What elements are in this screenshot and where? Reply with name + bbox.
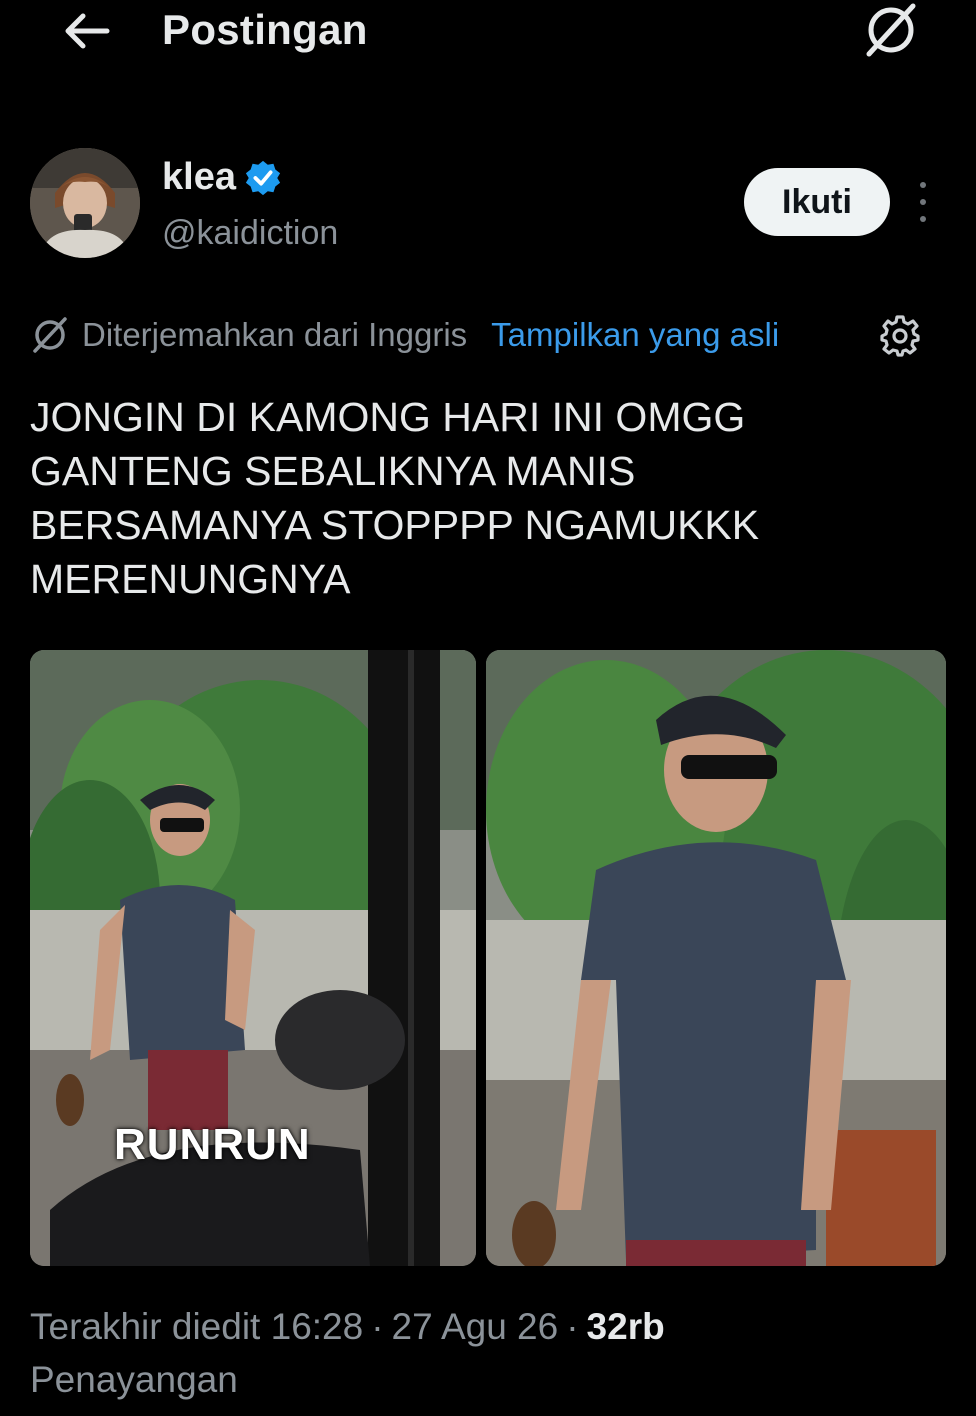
back-button[interactable] — [58, 6, 114, 56]
page-title: Postingan — [162, 6, 368, 53]
verified-badge-icon — [245, 160, 281, 195]
more-dot-icon — [920, 216, 926, 222]
photo-image — [30, 650, 476, 1266]
translate-slash-icon — [33, 317, 67, 353]
more-options-button[interactable] — [914, 182, 932, 222]
translate-toggle-button[interactable] — [858, 0, 924, 60]
user-handle[interactable]: @kaidiction — [162, 214, 338, 253]
arrow-left-icon — [65, 13, 110, 49]
translation-label: Diterjemahkan dari Inggris — [82, 316, 468, 353]
tweet-time: 16:28 — [270, 1306, 364, 1347]
name-row: klea — [162, 156, 282, 199]
photo-1[interactable]: RUNRUN — [30, 650, 476, 1266]
edited-label[interactable]: Terakhir diedit — [30, 1306, 260, 1347]
more-dot-icon — [920, 182, 926, 188]
translate-slash-icon — [866, 3, 916, 57]
media-grid: RUNRUN — [30, 650, 946, 1266]
tweet-text-line: BERSAMANYA STOPPPP NGAMUKKK — [30, 502, 760, 548]
views-label: Penayangan — [30, 1359, 238, 1400]
views-count: 32rb — [586, 1306, 665, 1347]
show-original-link[interactable]: Tampilkan yang asli — [491, 316, 779, 354]
follow-button[interactable]: Ikuti — [744, 168, 890, 236]
tweet-text: JONGIN DI KAMONG HARI INI OMGG GANTENG S… — [30, 390, 930, 606]
gear-icon[interactable] — [878, 314, 922, 358]
tweet-meta: Terakhir diedit 16:28 · 27 Agu 26 · 32rb Pen… — [30, 1300, 950, 1406]
more-dot-icon — [920, 199, 926, 205]
author-row: klea @kaidiction Ikuti — [30, 146, 946, 258]
top-bar: Postingan — [0, 0, 976, 62]
avatar-image — [30, 148, 140, 258]
tweet-text-line: GANTENG SEBALIKNYA MANIS — [30, 448, 636, 494]
separator: · — [566, 1306, 579, 1347]
avatar[interactable] — [30, 148, 140, 258]
tweet-text-line: MERENUNGNYA — [30, 556, 351, 602]
photo-image — [486, 650, 946, 1266]
separator: · — [371, 1306, 384, 1347]
translation-notice: Diterjemahkan dari Inggris Tampilkan yan… — [30, 310, 930, 360]
watermark-text: RUNRUN — [114, 1120, 311, 1169]
display-name[interactable]: klea — [162, 156, 236, 199]
photo-2[interactable] — [486, 650, 946, 1266]
tweet-text-line: JONGIN DI KAMONG HARI INI OMGG — [30, 394, 746, 440]
tweet-date: 27 Agu 26 — [391, 1306, 559, 1347]
